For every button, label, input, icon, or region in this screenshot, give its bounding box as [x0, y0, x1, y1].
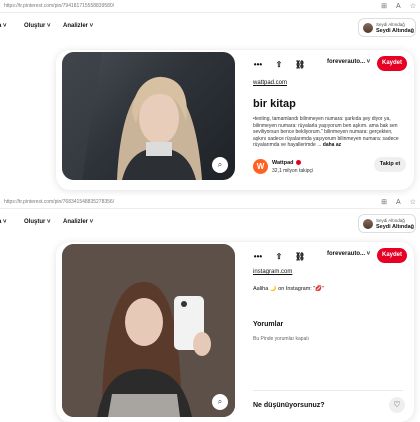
pin-description: •texting, tamamlandı bilinmeyen numara: … [253, 116, 403, 149]
pin-card: ⌕ ••• ⇧ ⛓ foreverauto... ˅ Kaydet wattpa… [56, 50, 414, 190]
comments-title[interactable]: Yorumlar [253, 321, 283, 328]
creator-name-text[interactable]: Wattpad [272, 160, 294, 166]
avatar [363, 219, 373, 229]
board-selector[interactable]: foreverauto... ˅ [327, 59, 370, 65]
heart-icon[interactable]: ♡ [389, 397, 405, 413]
read-aloud-icon[interactable]: A [396, 196, 401, 209]
visual-search-icon[interactable]: ⌕ [212, 157, 228, 173]
pin-page-capture-1: https://tr.pinterest.com/pin/79418171555… [0, 0, 420, 196]
url-text[interactable]: https://tr.pinterest.com/pin/79418171555… [4, 0, 114, 13]
nav-create[interactable]: Oluştur ˅ [24, 219, 51, 225]
verified-icon [295, 160, 301, 166]
copy-link-icon[interactable]: ⛓ [295, 60, 305, 69]
comments-disabled-text: Bu Pinde yorumlar kapalı [253, 336, 309, 342]
source-link[interactable]: instagram.com [253, 269, 292, 275]
url-text[interactable]: https://tr.pinterest.com/pin/76834154883… [4, 196, 114, 209]
grid-icon[interactable]: ⊞ [381, 0, 387, 13]
wattpad-logo[interactable]: W [253, 159, 268, 174]
read-aloud-icon[interactable]: A [396, 0, 401, 13]
creator-followers: 32,1 milyon takipçi [272, 168, 314, 174]
account-switcher[interactable]: Seydi Altındağ Seydi Altındağ [358, 214, 416, 233]
save-button[interactable]: Kaydet [377, 56, 407, 71]
favorite-icon[interactable]: ☆ [410, 0, 416, 13]
pin-details: ••• ⇧ ⛓ foreverauto... ˅ Kaydet wattpad.… [245, 50, 409, 190]
pin-details: ••• ⇧ ⛓ foreverauto... ˅ Kaydet instagra… [245, 242, 409, 422]
creator-name[interactable]: Wattpad [272, 160, 301, 166]
browser-toolbar-icons: ⊞ A ☆ [381, 196, 416, 209]
pin-actions: ••• ⇧ ⛓ [253, 60, 305, 69]
account-switcher[interactable]: Seydi Altındağ Seydi Altındağ [358, 18, 416, 37]
pin-image[interactable]: ⌕ [62, 52, 235, 180]
pin-image[interactable]: ⌕ [62, 244, 235, 417]
pin-image-illustration [62, 244, 235, 417]
pin-card: ⌕ ••• ⇧ ⛓ foreverauto... ˅ Kaydet instag… [56, 242, 414, 422]
nav-analytics[interactable]: Analizler ˅ [63, 23, 93, 29]
nav-analytics[interactable]: Analizler ˅ [63, 219, 93, 225]
nav-create[interactable]: Oluştur ˅ [24, 23, 51, 29]
save-button[interactable]: Kaydet [377, 248, 407, 263]
more-options-icon[interactable]: ••• [253, 252, 263, 261]
follow-button[interactable]: Takip et [374, 157, 406, 172]
share-icon[interactable]: ⇧ [274, 60, 284, 69]
nav-item-partial[interactable]: a ˅ [0, 219, 7, 225]
top-nav: a ˅ Oluştur ˅ Analizler ˅ Seydi Altındağ… [0, 13, 420, 41]
grid-icon[interactable]: ⊞ [381, 196, 387, 209]
pin-image-illustration [62, 52, 202, 180]
account-name: Seydi Altındağ [376, 224, 414, 230]
source-link[interactable]: wattpad.com [253, 80, 287, 86]
pin-caption: Aaliha 🌙 on Instagram: "💋" [253, 286, 325, 292]
address-bar[interactable]: https://tr.pinterest.com/pin/79418171555… [0, 0, 420, 13]
more-options-icon[interactable]: ••• [253, 60, 263, 69]
pin-actions: ••• ⇧ ⛓ [253, 252, 305, 261]
account-name: Seydi Altındağ [376, 28, 414, 34]
visual-search-icon[interactable]: ⌕ [212, 394, 228, 410]
top-nav: a ˅ Oluştur ˅ Analizler ˅ Seydi Altındağ… [0, 209, 420, 237]
show-less-link[interactable]: daha az [323, 142, 341, 148]
pin-title: bir kitap [253, 98, 296, 110]
divider [253, 390, 403, 391]
avatar [363, 23, 373, 33]
browser-toolbar-icons: ⊞ A ☆ [381, 0, 416, 13]
board-selector[interactable]: foreverauto... ˅ [327, 251, 370, 257]
account-subtitle: Seydi Altındağ [376, 218, 405, 223]
copy-link-icon[interactable]: ⛓ [295, 252, 305, 261]
account-subtitle: Seydi Altındağ [376, 22, 405, 27]
share-icon[interactable]: ⇧ [274, 252, 284, 261]
pin-page-capture-2: https://tr.pinterest.com/pin/76834154883… [0, 196, 420, 422]
nav-item-partial[interactable]: a ˅ [0, 23, 7, 29]
favorite-icon[interactable]: ☆ [410, 196, 416, 209]
comment-prompt: Ne düşünüyorsunuz? [253, 402, 325, 409]
address-bar[interactable]: https://tr.pinterest.com/pin/76834154883… [0, 196, 420, 209]
